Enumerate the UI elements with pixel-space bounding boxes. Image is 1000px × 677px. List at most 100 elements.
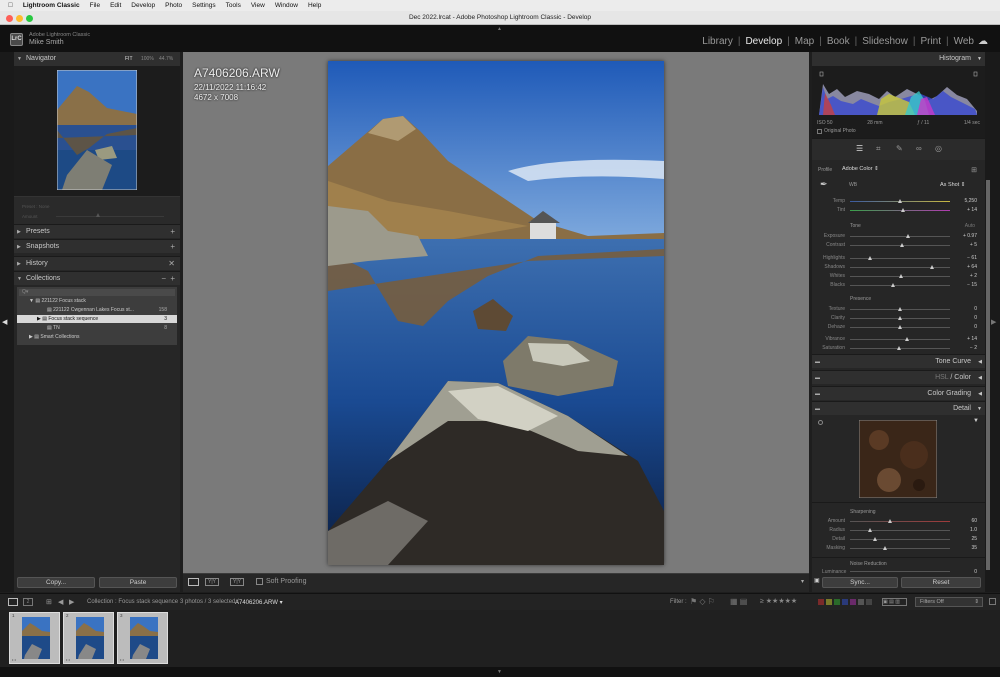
soft-proofing-checkbox[interactable] bbox=[256, 578, 263, 585]
toolbar-menu-icon[interactable]: ▾ bbox=[801, 578, 804, 585]
close-window-button[interactable] bbox=[6, 15, 13, 22]
menu-tools[interactable]: Tools bbox=[226, 2, 241, 9]
collection-cwgennan[interactable]: ▤ 221122 Cwgennan Lakes Focus st... bbox=[47, 307, 134, 313]
masking-icon[interactable]: ◎ bbox=[935, 144, 942, 153]
navigator-thumbnail[interactable] bbox=[57, 70, 137, 190]
right-panel-toggle-icon[interactable]: ▶ bbox=[991, 318, 996, 326]
hsl-label[interactable]: HSL bbox=[935, 374, 948, 381]
menu-help[interactable]: Help bbox=[308, 2, 321, 9]
whites-knob[interactable] bbox=[899, 274, 903, 278]
filter-preset-dropdown[interactable]: Filters Off ⇕ bbox=[915, 597, 983, 607]
vibrance-value[interactable]: + 14 bbox=[967, 336, 977, 342]
collections-header[interactable]: ▼ Collections − + bbox=[14, 271, 180, 285]
shadows-slider[interactable] bbox=[850, 267, 950, 268]
module-book[interactable]: Book bbox=[827, 36, 850, 47]
histogram-graph[interactable] bbox=[817, 69, 980, 119]
edit-sliders-icon[interactable]: ☰ bbox=[856, 144, 863, 153]
menu-develop[interactable]: Develop bbox=[131, 2, 155, 9]
module-print[interactable]: Print bbox=[920, 36, 941, 47]
radius-value[interactable]: 1.0 bbox=[970, 527, 977, 533]
amount-slider[interactable] bbox=[850, 521, 950, 522]
collection-set-221122[interactable]: ▼ ▤ 221122 Focus stack bbox=[29, 298, 86, 304]
luminance-value[interactable]: 0 bbox=[974, 569, 977, 575]
collections-minus-icon[interactable]: − bbox=[161, 272, 166, 286]
module-slideshow[interactable]: Slideshow bbox=[862, 36, 908, 47]
whites-value[interactable]: + 2 bbox=[970, 273, 977, 279]
exposure-value[interactable]: + 0.97 bbox=[963, 233, 977, 239]
module-map[interactable]: Map bbox=[795, 36, 814, 47]
second-window-icon[interactable]: 2 bbox=[23, 598, 33, 606]
menu-view[interactable]: View bbox=[251, 2, 265, 9]
histogram-header[interactable]: Histogram ▼ bbox=[812, 52, 985, 66]
menu-settings[interactable]: Settings bbox=[192, 2, 216, 9]
back-arrow-icon[interactable]: ◀ bbox=[58, 598, 63, 606]
preset-amount-knob[interactable] bbox=[96, 213, 100, 217]
copy-button[interactable]: Copy... bbox=[17, 577, 95, 588]
dehaze-value[interactable]: 0 bbox=[974, 324, 977, 330]
exposure-slider[interactable] bbox=[850, 236, 950, 237]
temp-value[interactable]: 5,250 bbox=[964, 198, 977, 204]
module-develop[interactable]: Develop bbox=[745, 36, 782, 47]
red-eye-icon[interactable]: ∞ bbox=[916, 144, 922, 153]
filmstrip-thumb[interactable]: 1 • • bbox=[9, 612, 60, 664]
forward-arrow-icon[interactable]: ▶ bbox=[69, 598, 74, 606]
minimize-window-button[interactable] bbox=[16, 15, 23, 22]
main-window-icon[interactable] bbox=[8, 598, 18, 606]
snapshots-header[interactable]: ▶ Snapshots + bbox=[14, 239, 180, 253]
masking-value[interactable]: 35 bbox=[971, 545, 977, 551]
clarity-value[interactable]: 0 bbox=[974, 315, 977, 321]
edit-filter-icons[interactable]: ▦ ▤ bbox=[730, 597, 747, 606]
kind-filter-icons[interactable]: ▣ ▤ ▥ bbox=[882, 598, 907, 606]
wb-dropdown[interactable]: As Shot ⇕ bbox=[940, 182, 965, 188]
texture-knob[interactable] bbox=[898, 307, 902, 311]
color-label-filter[interactable] bbox=[818, 599, 872, 605]
zoom-window-button[interactable] bbox=[26, 15, 33, 22]
sync-toggle-icon[interactable]: ▣ bbox=[814, 577, 820, 584]
masking-slider[interactable] bbox=[850, 548, 950, 549]
right-panel-scrollbar[interactable] bbox=[986, 180, 990, 570]
source-path[interactable]: Collection : Focus stack sequence bbox=[87, 599, 178, 605]
filmstrip-thumb[interactable]: 2 • • bbox=[63, 612, 114, 664]
amount-value[interactable]: 60 bbox=[971, 518, 977, 524]
add-snapshot-icon[interactable]: + bbox=[170, 240, 175, 254]
texture-value[interactable]: 0 bbox=[974, 306, 977, 312]
clarity-knob[interactable] bbox=[898, 316, 902, 320]
rating-filter-stars[interactable]: ≥ ★★★★★ bbox=[760, 597, 797, 605]
detail-header[interactable]: ▬ Detail ▼ bbox=[812, 401, 985, 415]
saturation-knob[interactable] bbox=[897, 346, 901, 350]
menu-photo[interactable]: Photo bbox=[165, 2, 182, 9]
exposure-knob[interactable] bbox=[906, 234, 910, 238]
original-photo-checkbox[interactable] bbox=[817, 129, 822, 134]
before-after-swap-button[interactable]: Y|Y bbox=[230, 578, 244, 586]
loupe-view-button[interactable] bbox=[188, 578, 199, 586]
add-preset-icon[interactable]: + bbox=[170, 225, 175, 239]
grid-view-icon[interactable]: ⊞ bbox=[46, 598, 52, 606]
cloud-icon[interactable]: ☁ bbox=[978, 36, 990, 47]
clear-history-icon[interactable]: ✕ bbox=[168, 257, 175, 271]
contrast-knob[interactable] bbox=[900, 243, 904, 247]
vibrance-slider[interactable] bbox=[850, 339, 950, 340]
crop-icon[interactable]: ⌗ bbox=[876, 144, 881, 154]
presets-header[interactable]: ▶ Presets + bbox=[14, 224, 180, 238]
highlights-slider[interactable] bbox=[850, 258, 950, 259]
module-web[interactable]: Web bbox=[954, 36, 974, 47]
zoom-custom[interactable]: 44.7% bbox=[159, 52, 173, 66]
amount-knob[interactable] bbox=[888, 519, 892, 523]
zoom-100[interactable]: 100% bbox=[141, 52, 154, 66]
wb-eyedropper-icon[interactable]: ✒ bbox=[820, 179, 828, 190]
menu-file[interactable]: File bbox=[90, 2, 100, 9]
current-file[interactable]: A7406206.ARW ▾ bbox=[235, 599, 283, 606]
temp-knob[interactable] bbox=[898, 199, 902, 203]
menu-window[interactable]: Window bbox=[275, 2, 298, 9]
collection-search[interactable]: Q▾ bbox=[19, 289, 175, 296]
dehaze-knob[interactable] bbox=[898, 325, 902, 329]
blacks-slider[interactable] bbox=[850, 285, 950, 286]
paste-button[interactable]: Paste bbox=[99, 577, 177, 588]
hsl-color-header[interactable]: ▬ HSL / Color ◀ bbox=[812, 370, 985, 384]
tone-curve-header[interactable]: ▬ Tone Curve ◀ bbox=[812, 354, 985, 368]
detail-knob[interactable] bbox=[873, 537, 877, 541]
blacks-knob[interactable] bbox=[891, 283, 895, 287]
healing-icon[interactable]: ✎ bbox=[896, 144, 903, 153]
detail-zoom-preview[interactable] bbox=[859, 420, 937, 498]
history-header[interactable]: ▶ History ✕ bbox=[14, 256, 180, 270]
